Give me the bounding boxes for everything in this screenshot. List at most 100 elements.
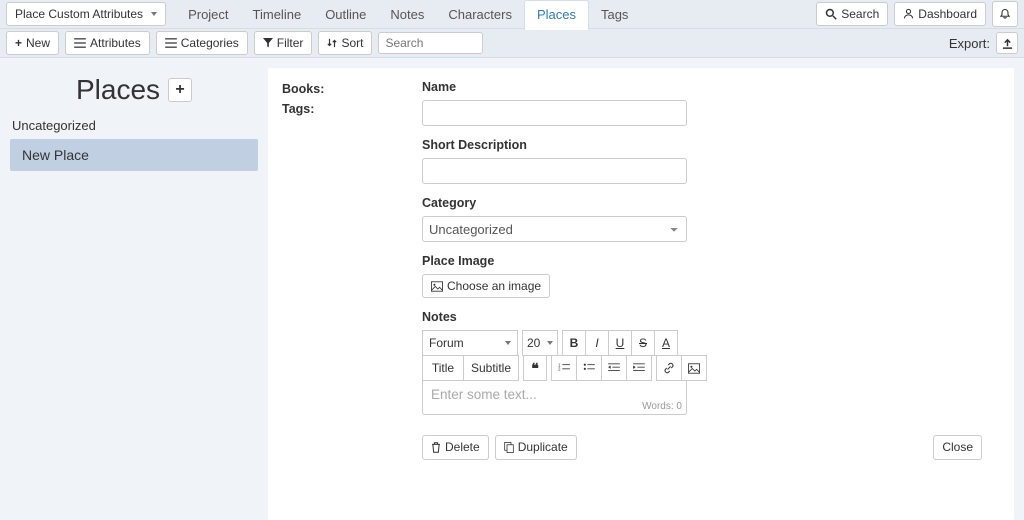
tab-notes[interactable]: Notes [378, 0, 436, 29]
delete-button[interactable]: Delete [422, 435, 489, 459]
search-button[interactable]: Search [816, 2, 888, 26]
category-label: Uncategorized [12, 118, 256, 133]
filter-button-label: Filter [277, 36, 304, 50]
italic-button[interactable]: I [585, 330, 609, 356]
plus-icon: + [175, 81, 184, 99]
underline-icon: U [616, 336, 625, 350]
short-description-label: Short Description [422, 138, 982, 152]
dashboard-button-label: Dashboard [918, 7, 977, 21]
sidebar: Places + Uncategorized New Place [0, 58, 268, 520]
link-button[interactable] [656, 355, 682, 381]
sort-button[interactable]: Sort [318, 31, 372, 55]
title-style-button[interactable]: Title [422, 355, 464, 381]
outdent-button[interactable] [601, 355, 627, 381]
attributes-button-label: Attributes [90, 36, 141, 50]
quote-icon: ❝ [531, 360, 539, 377]
link-icon [663, 362, 675, 374]
close-label: Close [942, 440, 973, 454]
search-input[interactable] [378, 32, 483, 54]
tab-timeline[interactable]: Timeline [241, 0, 314, 29]
tab-outline[interactable]: Outline [313, 0, 378, 29]
user-icon [903, 8, 914, 19]
image-icon [688, 363, 700, 374]
nav-tabs: Project Timeline Outline Notes Character… [176, 0, 640, 29]
name-label: Name [422, 80, 982, 94]
bell-icon [999, 8, 1011, 20]
category-label: Category [422, 196, 982, 210]
tab-tags[interactable]: Tags [589, 0, 640, 29]
books-label: Books: [282, 82, 422, 96]
duplicate-label: Duplicate [518, 440, 568, 454]
export-button[interactable] [996, 32, 1018, 54]
trash-icon [431, 442, 441, 453]
name-input[interactable] [422, 100, 687, 126]
indent-icon [633, 363, 645, 373]
bold-button[interactable]: B [562, 330, 586, 356]
close-button[interactable]: Close [933, 435, 982, 459]
topbar: Place Custom Attributes Project Timeline… [0, 0, 1024, 29]
blockquote-button[interactable]: ❝ [523, 355, 547, 381]
text-color-icon: A [662, 336, 670, 350]
copy-icon [504, 442, 514, 453]
sort-icon [327, 38, 337, 48]
search-icon [825, 8, 837, 20]
svg-text:2: 2 [558, 367, 561, 372]
upload-icon [1002, 38, 1013, 49]
attributes-button[interactable]: Attributes [65, 31, 150, 55]
underline-button[interactable]: U [608, 330, 632, 356]
categories-button[interactable]: Categories [156, 31, 248, 55]
chevron-down-icon [151, 12, 157, 16]
font-select[interactable]: Forum [422, 330, 518, 356]
indent-button[interactable] [626, 355, 652, 381]
bold-icon: B [570, 336, 579, 350]
chevron-down-icon [505, 341, 511, 345]
filter-button[interactable]: Filter [254, 31, 313, 55]
tags-label: Tags: [282, 102, 422, 116]
text-color-button[interactable]: A [654, 330, 678, 356]
tab-characters[interactable]: Characters [436, 0, 524, 29]
editor-placeholder: Enter some text... [431, 387, 537, 402]
strikethrough-icon: S [639, 336, 647, 350]
insert-image-button[interactable] [681, 355, 707, 381]
dropdown-label: Place Custom Attributes [15, 7, 143, 21]
delete-label: Delete [445, 440, 480, 454]
ordered-list-icon: 12 [558, 363, 570, 373]
list-icon [165, 38, 177, 48]
toolbar: + New Attributes Categories Filter Sort … [0, 29, 1024, 58]
sort-button-label: Sort [341, 36, 363, 50]
unordered-list-button[interactable] [576, 355, 602, 381]
new-button[interactable]: + New [6, 31, 59, 55]
subtitle-style-button[interactable]: Subtitle [463, 355, 519, 381]
filter-icon [263, 38, 273, 48]
choose-image-button[interactable]: Choose an image [422, 274, 550, 298]
duplicate-button[interactable]: Duplicate [495, 435, 577, 459]
tab-places[interactable]: Places [524, 0, 589, 30]
list-icon [74, 38, 86, 48]
content: Places + Uncategorized New Place Books: … [0, 58, 1024, 520]
notes-label: Notes [422, 310, 982, 324]
choose-image-label: Choose an image [447, 279, 541, 293]
tab-project[interactable]: Project [176, 0, 240, 29]
list-item[interactable]: New Place [10, 139, 258, 171]
add-place-button[interactable]: + [168, 78, 192, 102]
strikethrough-button[interactable]: S [631, 330, 655, 356]
new-button-label: New [26, 36, 50, 50]
image-icon [431, 281, 443, 292]
short-description-input[interactable] [422, 158, 687, 184]
unordered-list-icon [583, 363, 595, 373]
search-button-label: Search [841, 7, 879, 21]
page-title: Places [76, 74, 160, 106]
place-custom-attributes-dropdown[interactable]: Place Custom Attributes [6, 2, 166, 26]
category-select[interactable]: Uncategorized [422, 216, 687, 242]
chevron-down-icon [547, 341, 553, 345]
font-size-select[interactable]: 20 [522, 330, 558, 356]
ordered-list-button[interactable]: 12 [551, 355, 577, 381]
font-name: Forum [429, 336, 464, 350]
dashboard-button[interactable]: Dashboard [894, 2, 986, 26]
categories-button-label: Categories [181, 36, 239, 50]
notifications-button[interactable] [992, 1, 1018, 27]
main-panel: Books: Tags: Name Short Description Cate… [268, 68, 1014, 520]
word-count: Words: 0 [642, 401, 682, 412]
export-label: Export: [949, 36, 990, 51]
notes-editor[interactable]: Enter some text... Words: 0 [422, 381, 687, 415]
